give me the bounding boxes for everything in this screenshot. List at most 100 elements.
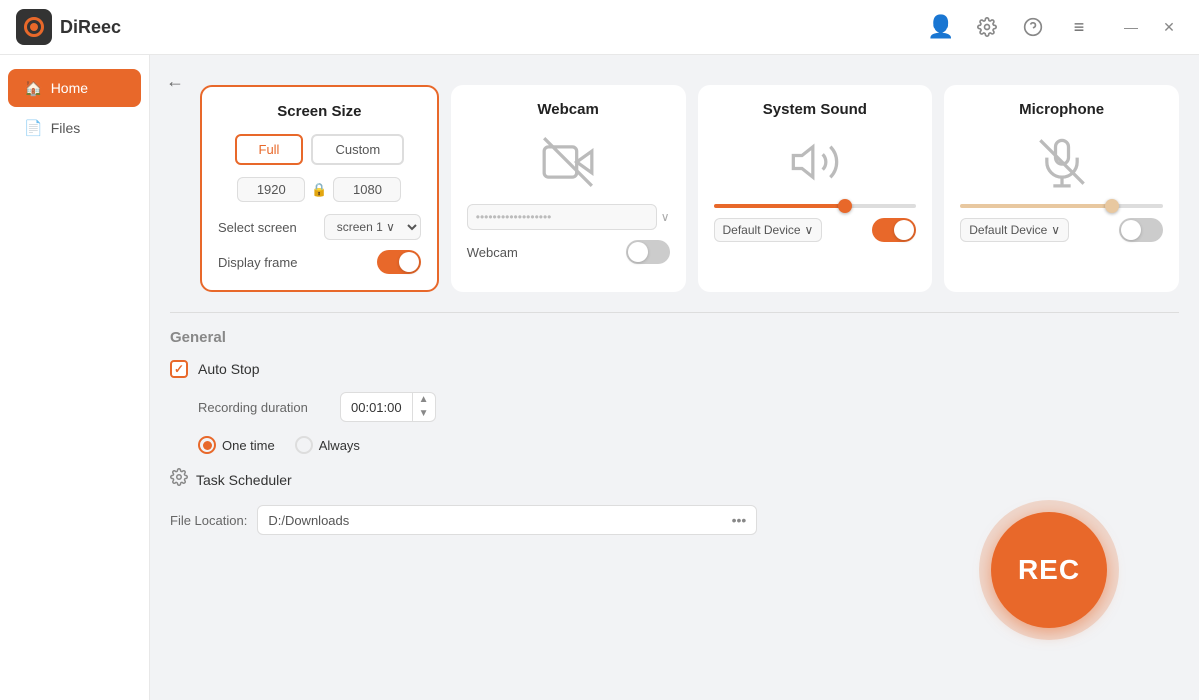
webcam-label: Webcam <box>467 245 518 260</box>
height-input[interactable] <box>333 177 401 202</box>
system-sound-toggle[interactable] <box>872 218 916 242</box>
sidebar-home-label: Home <box>51 80 88 96</box>
mic-volume-thumb <box>1105 199 1119 213</box>
width-input[interactable] <box>237 177 305 202</box>
screen-size-title: Screen Size <box>218 103 421 120</box>
system-sound-title: System Sound <box>714 101 917 118</box>
cam-select-row: •••••••••••••••••• ∨ <box>467 204 670 230</box>
recording-duration-label: Recording duration <box>198 400 328 415</box>
system-device-arrow: ∨ <box>805 223 814 237</box>
system-device-row: Default Device ∨ <box>714 218 917 242</box>
lock-icon: 🔒 <box>311 182 327 198</box>
custom-button[interactable]: Custom <box>311 134 404 165</box>
avatar-icon[interactable]: 👤 <box>925 11 957 43</box>
system-sound-toggle-thumb <box>894 220 914 240</box>
content-area: ← Screen Size Full Custom 🔒 Select scree… <box>150 55 1199 700</box>
duration-value: 00:01:00 <box>341 395 412 420</box>
app-logo: DiReec <box>16 9 121 45</box>
display-frame-toggle[interactable] <box>377 250 421 274</box>
cam-select-input[interactable]: •••••••••••••••••• <box>467 204 657 230</box>
cards-row: Screen Size Full Custom 🔒 Select screen … <box>150 65 1199 308</box>
divider <box>170 312 1179 313</box>
microphone-title: Microphone <box>960 101 1163 118</box>
home-icon: 🏠 <box>24 79 43 97</box>
microphone-icon <box>1032 132 1092 192</box>
sidebar: 🏠 Home 📄 Files <box>0 55 150 700</box>
app-logo-icon <box>16 9 52 45</box>
task-scheduler-label[interactable]: Task Scheduler <box>196 472 292 488</box>
radio-one-time-circle <box>198 436 216 454</box>
mic-volume-slider[interactable] <box>960 204 1163 208</box>
mic-toggle[interactable] <box>1119 218 1163 242</box>
file-location-menu[interactable]: ••• <box>732 512 747 528</box>
auto-stop-label: Auto Stop <box>198 361 260 377</box>
recording-duration-row: Recording duration 00:01:00 ▲ ▼ <box>198 392 1179 422</box>
mic-device-arrow: ∨ <box>1051 223 1060 237</box>
help-icon[interactable] <box>1017 11 1049 43</box>
app-name: DiReec <box>60 17 121 38</box>
settings-icon[interactable] <box>971 11 1003 43</box>
select-screen-label: Select screen <box>218 220 297 235</box>
system-device-label: Default Device <box>723 223 801 237</box>
system-sound-icon <box>785 132 845 192</box>
webcam-card: Webcam •••••••••••••••••• ∨ Webcam <box>451 85 686 292</box>
system-sound-icon-area <box>714 132 917 192</box>
task-scheduler-icon <box>170 468 188 491</box>
radio-one-time[interactable]: One time <box>198 436 275 454</box>
main-layout: 🏠 Home 📄 Files ← Screen Size Full Custom… <box>0 55 1199 700</box>
system-volume-slider[interactable] <box>714 204 917 208</box>
display-frame-label: Display frame <box>218 255 297 270</box>
title-bar: DiReec 👤 ≡ — ✕ <box>0 0 1199 55</box>
mic-toggle-thumb <box>1121 220 1141 240</box>
radio-row: One time Always <box>198 436 1179 454</box>
system-volume-slider-row <box>714 204 917 208</box>
sidebar-item-files[interactable]: 📄 Files <box>8 109 141 147</box>
radio-always-label: Always <box>319 438 360 453</box>
radio-always-circle <box>295 436 313 454</box>
task-row: Task Scheduler <box>170 468 1179 491</box>
minimize-button[interactable]: — <box>1117 13 1145 41</box>
full-button[interactable]: Full <box>235 134 304 165</box>
auto-stop-checkbox[interactable] <box>170 360 188 378</box>
system-volume-thumb <box>838 199 852 213</box>
sidebar-item-home[interactable]: 🏠 Home <box>8 69 141 107</box>
system-sound-card: System Sound <box>698 85 933 292</box>
auto-stop-row: Auto Stop <box>170 360 1179 378</box>
screen-select-row: Select screen screen 1 ∨ <box>218 214 421 240</box>
mic-device-select[interactable]: Default Device ∨ <box>960 218 1069 242</box>
title-bar-actions: 👤 ≡ — ✕ <box>925 11 1183 43</box>
duration-arrows: ▲ ▼ <box>412 393 435 421</box>
window-controls: — ✕ <box>1117 13 1183 41</box>
screen-select-dropdown[interactable]: screen 1 ∨ <box>324 214 421 240</box>
file-location-label: File Location: <box>170 513 247 528</box>
duration-input[interactable]: 00:01:00 ▲ ▼ <box>340 392 436 422</box>
rec-label: REC <box>1018 554 1080 586</box>
general-title: General <box>170 329 1179 346</box>
duration-up-arrow[interactable]: ▲ <box>413 393 435 407</box>
radio-one-time-label: One time <box>222 438 275 453</box>
rec-button[interactable]: REC <box>991 512 1107 628</box>
mic-device-row: Default Device ∨ <box>960 218 1163 242</box>
webcam-toggle-thumb <box>628 242 648 262</box>
file-location-path: D:/Downloads <box>268 513 349 528</box>
close-button[interactable]: ✕ <box>1155 13 1183 41</box>
radio-always[interactable]: Always <box>295 436 360 454</box>
mic-device-label: Default Device <box>969 223 1047 237</box>
display-frame-row: Display frame <box>218 250 421 274</box>
back-button[interactable]: ← <box>166 71 184 92</box>
microphone-card: Microphone <box>944 85 1179 292</box>
rec-button-container: REC <box>979 500 1119 640</box>
resolution-row: 🔒 <box>218 177 421 202</box>
rec-button-outer[interactable]: REC <box>979 500 1119 640</box>
files-icon: 📄 <box>24 119 43 137</box>
cam-arrow-icon[interactable]: ∨ <box>661 210 670 224</box>
menu-icon[interactable]: ≡ <box>1063 11 1095 43</box>
system-device-select[interactable]: Default Device ∨ <box>714 218 823 242</box>
duration-down-arrow[interactable]: ▼ <box>413 407 435 421</box>
mic-volume-slider-row <box>960 204 1163 208</box>
size-buttons: Full Custom <box>218 134 421 165</box>
webcam-bottom-row: Webcam <box>467 240 670 264</box>
microphone-icon-area <box>960 132 1163 192</box>
file-location-input[interactable]: D:/Downloads ••• <box>257 505 757 535</box>
webcam-toggle[interactable] <box>626 240 670 264</box>
